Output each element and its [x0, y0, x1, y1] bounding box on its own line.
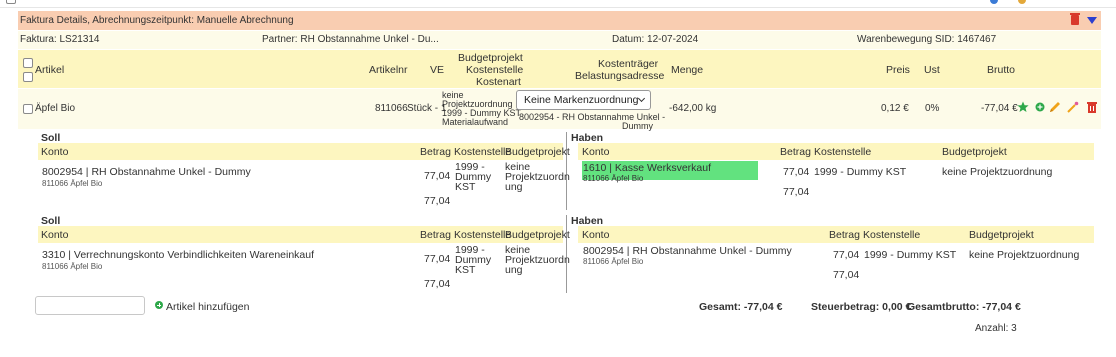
soll-kst-3: KST — [455, 264, 476, 276]
collapse-caret-icon[interactable] — [1087, 17, 1097, 24]
table-header: Artikel Artikelnr VE Budgetprojekt Koste… — [18, 50, 1101, 88]
plus-circle-icon[interactable] — [155, 301, 163, 309]
soll-h-konto: Konto — [41, 229, 69, 241]
soll-konto: 3310 | Verrechnungskonto Verbindlichkeit… — [42, 249, 315, 261]
col-budgetprojekt[interactable]: Budgetprojekt — [458, 52, 523, 64]
haben-header-band: Konto Betrag Kostenstelle Budgetprojekt — [578, 143, 1094, 160]
plus-circle-icon[interactable] — [1035, 102, 1045, 112]
item-ust: 0% — [925, 103, 940, 114]
haben-betrag: 77,04 — [783, 166, 810, 178]
trash-icon[interactable] — [1070, 13, 1080, 25]
col-artikelnr[interactable]: Artikelnr — [369, 64, 408, 76]
warenbewegung-sid: Warenbewegung SID: 1467467 — [857, 34, 997, 45]
soll-h-kostenstelle: Kostenstelle — [454, 229, 512, 241]
col-ust[interactable]: Ust — [924, 64, 940, 76]
item-artikelnr: 811066 — [375, 103, 408, 114]
soll-h-budgetprojekt: Budgetprojekt — [505, 146, 570, 158]
add-artikel-link[interactable]: Artikel hinzufügen — [166, 301, 249, 313]
haben-h-kostenstelle: Kostenstelle — [814, 146, 872, 158]
haben-h-konto: Konto — [582, 146, 610, 158]
haben-betrag-sum: 77,04 — [833, 269, 860, 281]
item-ve: Stück - 1 — [407, 103, 447, 114]
haben-bp: keine Projektzuordnung — [969, 249, 1080, 261]
marke-select-value: Keine Markenzuordnung — [524, 94, 639, 106]
marke-select[interactable]: Keine Markenzuordnung — [516, 90, 651, 110]
pencil-icon[interactable] — [1049, 101, 1061, 113]
soll-konto-sub: 811066 Äpfel Bio — [42, 262, 103, 271]
soll-h-betrag: Betrag — [420, 146, 451, 158]
faktura-date: Datum: 12-07-2024 — [612, 34, 699, 45]
haben-h-betrag: Betrag — [780, 146, 811, 158]
soll-h-kostenstelle: Kostenstelle — [454, 146, 512, 158]
soll-h-budgetprojekt: Budgetprojekt — [505, 229, 570, 241]
item-belastung-2: Dummy — [622, 121, 653, 131]
haben-h-konto: Konto — [582, 229, 610, 241]
haben-betrag: 77,04 — [833, 249, 860, 261]
col-preis[interactable]: Preis — [886, 64, 910, 76]
haben-header-band: Konto Betrag Kostenstelle Budgetprojekt — [578, 226, 1094, 243]
gesamtbrutto-total: Gesamtbrutto: -77,04 € — [907, 301, 1021, 313]
haben-konto-sub: 811066 Äpfel Bio — [583, 174, 644, 183]
item-name: Äpfel Bio — [35, 103, 76, 114]
chevron-down-icon — [637, 94, 646, 103]
previous-row-icon — [1018, 0, 1026, 4]
col-menge[interactable]: Menge — [671, 64, 703, 76]
col-kostenstelle[interactable]: Kostenstelle — [466, 64, 523, 76]
select-all-checkbox[interactable] — [23, 58, 33, 68]
faktura-number: Faktura: LS21314 — [20, 34, 100, 45]
soll-h-betrag: Betrag — [420, 229, 451, 241]
item-kostenart: Materialaufwand — [442, 117, 509, 127]
gesamt-total: Gesamt: -77,04 € — [699, 301, 783, 313]
soll-konto: 8002954 | RH Obstannahme Unkel - Dummy — [42, 166, 251, 178]
col-kostentraeger[interactable]: Kostenträger — [598, 58, 658, 70]
col-brutto[interactable]: Brutto — [987, 64, 1015, 76]
soll-bp-3: ung — [505, 181, 523, 193]
previous-row-clipped — [0, 0, 1116, 8]
magic-wand-icon[interactable] — [1067, 101, 1079, 113]
soll-betrag-sum: 77,04 — [424, 278, 451, 290]
haben-h-kostenstelle: Kostenstelle — [863, 229, 921, 241]
item-brutto: -77,04 € — [981, 103, 1018, 114]
soll-h-konto: Konto — [41, 146, 69, 158]
star-icon[interactable] — [1017, 101, 1029, 113]
faktura-details-header[interactable]: Faktura Details, Abrechnungszeitpunkt: M… — [18, 11, 1101, 30]
soll-betrag-sum: 77,04 — [424, 195, 451, 207]
soll-kst-3: KST — [455, 181, 476, 193]
haben-h-budgetprojekt: Budgetprojekt — [969, 229, 1034, 241]
select-all-checkbox-2[interactable] — [23, 72, 33, 82]
row-checkbox[interactable] — [23, 104, 33, 114]
artikel-search-input[interactable] — [35, 296, 145, 315]
faktura-info-row: Faktura: LS21314 Partner: RH Obstannahme… — [18, 31, 1101, 49]
haben-bp: keine Projektzuordnung — [942, 166, 1053, 178]
item-count: Anzahl: 3 — [975, 323, 1017, 334]
soll-konto-sub: 811066 Äpfel Bio — [42, 179, 103, 188]
item-preis: 0,12 € — [881, 103, 909, 114]
col-kostenart[interactable]: Kostenart — [476, 76, 521, 88]
partner-name: Partner: RH Obstannahme Unkel - Du... — [262, 34, 439, 45]
haben-kst: 1999 - Dummy KST — [864, 249, 957, 261]
soll-betrag: 77,04 — [424, 253, 451, 265]
soll-header-band: Konto Betrag Kostenstelle Budgetprojekt — [38, 143, 570, 160]
haben-kst: 1999 - Dummy KST — [814, 166, 907, 178]
haben-h-budgetprojekt: Budgetprojekt — [942, 146, 1007, 158]
haben-h-betrag: Betrag — [829, 229, 860, 241]
col-belastungsadresse[interactable]: Belastungsadresse — [575, 70, 664, 82]
item-menge: -642,00 kg — [669, 103, 717, 114]
previous-row-checkbox[interactable] — [6, 0, 16, 4]
soll-betrag: 77,04 — [424, 170, 451, 182]
col-ve[interactable]: VE — [430, 64, 444, 76]
col-artikel[interactable]: Artikel — [35, 64, 64, 76]
steuerbetrag-total: Steuerbetrag: 0,00 € — [811, 301, 912, 313]
header-title: Faktura Details, Abrechnungszeitpunkt: M… — [20, 15, 294, 26]
haben-betrag-sum: 77,04 — [783, 186, 810, 198]
previous-row-icon — [990, 0, 998, 4]
haben-konto-sub: 811066 Äpfel Bio — [583, 257, 644, 266]
table-row[interactable]: Äpfel Bio 811066 Stück - 1 keine Projekt… — [18, 89, 1101, 131]
soll-bp-3: ung — [505, 264, 523, 276]
soll-header-band: Konto Betrag Kostenstelle Budgetprojekt — [38, 226, 570, 243]
trash-icon[interactable] — [1087, 101, 1097, 113]
